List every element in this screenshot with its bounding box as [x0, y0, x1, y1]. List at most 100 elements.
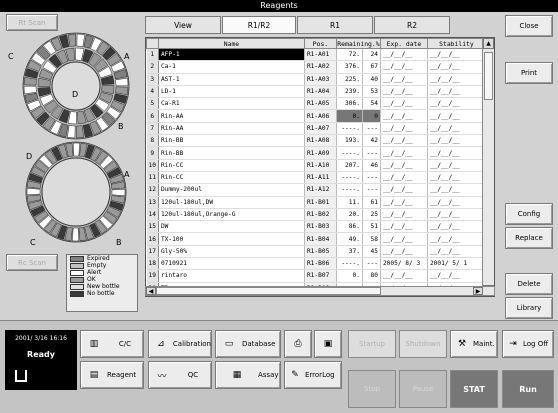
cell-stability: __/__/__ — [427, 122, 486, 136]
maint-button[interactable]: ⚒ Maint. — [450, 330, 498, 358]
run-button[interactable]: Run — [502, 370, 554, 408]
bottle-slot[interactable] — [72, 142, 80, 157]
bottle-slot[interactable] — [72, 227, 80, 242]
cell-remaining: ----. — [336, 257, 363, 271]
tab-r1[interactable]: R1 — [297, 16, 373, 34]
qc-button[interactable]: 〰 QC — [148, 361, 212, 389]
cell-remaining: ----. — [336, 122, 363, 136]
table-row[interactable]: 9 Rin-BB R1-A09 ----. --- __/__/__ __/__/__ — [146, 146, 486, 160]
errorlog-button[interactable]: ✎ ErrorLog — [284, 361, 342, 389]
reagent-button[interactable]: ▤ Reagent — [80, 361, 144, 389]
table-row[interactable]: 2 Ca-1 R1-A02 376. 67 __/__/__ __/__/__ — [146, 60, 486, 74]
cell-remaining-pct: --- — [362, 146, 381, 160]
table-row[interactable]: 10 Rin-CC R1-A10 207. 46 __/__/__ __/__/__ — [146, 159, 486, 172]
startup-button[interactable]: Startup — [348, 330, 396, 358]
table-row[interactable]: 12 Dummy-200ul R1-A12 ----. --- __/__/__ __/__… — [146, 183, 486, 197]
cell-num: 7 — [146, 122, 159, 136]
col-header-name[interactable]: Name — [157, 38, 305, 49]
database-icon: ▭ — [224, 339, 234, 349]
table-row[interactable]: 16 TX-100 R1-B04 49. 58 __/__/__ __/__/__ — [146, 232, 486, 246]
cell-num: 9 — [146, 146, 159, 160]
cell-exp-date: __/__/__ — [380, 85, 428, 99]
cell-num: 11 — [146, 171, 159, 185]
table-row[interactable]: 13 120ul-180ul,DW R1-B01 11. 61 __/__/__ __/__… — [146, 196, 486, 209]
replace-button[interactable]: Replace — [505, 227, 553, 249]
cc-button[interactable]: ▥ C/C — [80, 330, 144, 358]
cell-position: R1-A09 — [304, 146, 337, 160]
scroll-up-icon[interactable]: ▲ — [483, 38, 494, 49]
cell-stability: __/__/__ — [427, 134, 486, 148]
table-row[interactable]: 15 DW R1-B03 86. 51 __/__/__ __/__/__ — [146, 220, 486, 234]
print-button[interactable]: Print — [505, 62, 553, 84]
table-row[interactable]: 8 Rin-BB R1-A08 193. 42 __/__/__ __/__/__ — [146, 134, 486, 148]
tab-view[interactable]: View — [145, 16, 221, 34]
cell-remaining-pct: 53 — [362, 85, 381, 99]
scroll-right-icon[interactable]: ▶ — [473, 287, 483, 295]
table-row[interactable]: 17 Gly-50% R1-B05 37. 45 __/__/__ __/__/__ — [146, 245, 486, 259]
table-row[interactable]: 3 AST-1 R1-A03 225. 40 __/__/__ __/__/__ — [146, 73, 486, 86]
table-row[interactable]: 4 LD-1 R1-A04 239. 53 __/__/__ __/__/__ — [146, 85, 486, 99]
close-button[interactable]: Close — [505, 15, 553, 37]
vertical-scrollbar[interactable]: ▲ ▼ — [482, 38, 494, 296]
scroll-thumb-h[interactable] — [156, 287, 381, 295]
calibration-button[interactable]: ⊿ Calibration — [148, 330, 212, 358]
reagent-icon: ▤ — [89, 370, 99, 380]
cell-position: R1-A07 — [304, 122, 337, 136]
cell-remaining-pct: --- — [362, 122, 381, 136]
table-row[interactable]: 18 0710921 R1-B06 ----. --- 2005/ 8/ 3 2001/ 5… — [146, 257, 486, 271]
cell-name: rintaro — [158, 269, 305, 283]
col-header-remaining[interactable]: Remaining.% — [335, 38, 381, 49]
reagent-disk-bottom — [25, 141, 127, 243]
shutdown-button[interactable]: Shutdown — [399, 330, 447, 358]
cell-position: R1-A12 — [304, 183, 337, 197]
cell-stability: __/__/__ — [427, 269, 486, 283]
status-state: Ready — [27, 350, 55, 359]
delete-button[interactable]: Delete — [505, 273, 553, 295]
table-row[interactable]: 6 Rin-AA R1-A06 0. 0 __/__/__ __/__/__ — [146, 109, 486, 123]
stat-button[interactable]: STAT — [450, 370, 498, 408]
cell-remaining-pct: 54 — [362, 97, 381, 111]
cell-remaining-pct: --- — [362, 257, 381, 271]
table-row[interactable]: 1 AFP-1 R1-A01 72. 24 __/__/__ __/__/__ — [146, 48, 486, 62]
scroll-thumb[interactable] — [484, 52, 493, 100]
cell-position: R1-A05 — [304, 97, 337, 111]
config-button[interactable]: Config — [505, 203, 553, 225]
disk-label-a-top: A — [124, 52, 130, 61]
cell-position: R1-A03 — [304, 73, 337, 86]
table-row[interactable]: 7 Rin-AA R1-A07 ----. --- __/__/__ __/__/__ — [146, 122, 486, 136]
col-header-pos[interactable]: Pos. — [303, 38, 337, 49]
table-row[interactable]: 14 120ul-180ul,Orange-G R1-B02 20. 25 __/__/_… — [146, 208, 486, 222]
cell-stability: __/__/__ — [427, 73, 486, 86]
cell-position: R1-B04 — [304, 232, 337, 246]
table-row[interactable]: 5 Ca-R1 R1-A05 306. 54 __/__/__ __/__/__ — [146, 97, 486, 111]
bottle-slot[interactable] — [111, 188, 126, 196]
cell-position: R1-A06 — [304, 109, 337, 123]
table-row[interactable]: 11 Rin-CC R1-A11 ----. --- __/__/__ __/__/__ — [146, 171, 486, 185]
horizontal-scrollbar[interactable]: ◀ ▶ — [145, 286, 495, 296]
assay-icon: ▦ — [232, 370, 242, 380]
assay-button[interactable]: ▦ Assay — [215, 361, 281, 389]
table-row[interactable]: 19 rintaro R1-B07 0. 80 __/__/__ __/__/__ — [146, 269, 486, 283]
cell-num: 16 — [146, 232, 159, 246]
print-icon-button[interactable]: ⎙ — [284, 330, 312, 358]
tab-r1-r2[interactable]: R1/R2 — [222, 16, 296, 34]
disk-label-c-bottom: C — [30, 238, 36, 247]
pause-button[interactable]: Pause — [399, 370, 447, 408]
tab-r2[interactable]: R2 — [374, 16, 450, 34]
rt-scan-button[interactable]: Rt Scan — [6, 14, 58, 31]
scroll-left-icon[interactable]: ◀ — [146, 287, 156, 295]
database-button[interactable]: ▭ Database — [215, 330, 281, 358]
pencil-icon: ✎ — [291, 370, 299, 380]
monitor-icon-button[interactable]: ▣ — [314, 330, 342, 358]
legend-swatch — [70, 283, 84, 290]
logoff-button[interactable]: ⇥ Log Off — [502, 330, 554, 358]
rc-scan-button[interactable]: Rc Scan — [6, 254, 58, 271]
col-header-stability[interactable]: Stability — [426, 38, 486, 49]
cell-position: R1-B06 — [304, 257, 337, 271]
stop-button[interactable]: Stop — [348, 370, 396, 408]
col-header-exp-date[interactable]: Exp. date — [379, 38, 428, 49]
col-header-num[interactable] — [146, 38, 159, 49]
cell-position: R1-A08 — [304, 134, 337, 148]
bottle-slot[interactable] — [26, 188, 41, 196]
library-button[interactable]: Library — [505, 297, 553, 319]
